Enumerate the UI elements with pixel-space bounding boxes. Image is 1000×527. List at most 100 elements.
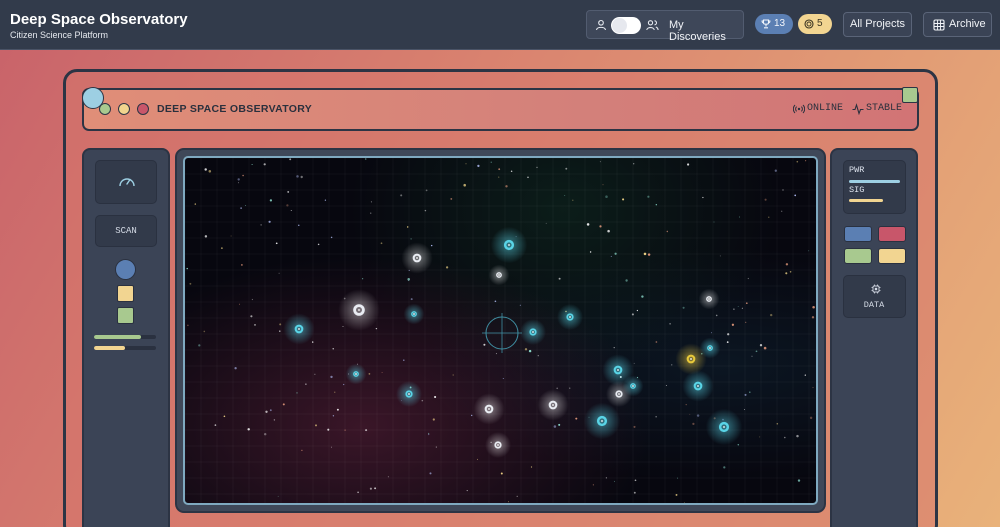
- celestial-object[interactable]: [606, 381, 632, 407]
- object-core: [408, 393, 410, 395]
- star: [586, 223, 590, 226]
- star: [689, 413, 691, 415]
- telescope-viewport[interactable]: [183, 156, 818, 505]
- pwr-label: PWR: [849, 165, 865, 175]
- swatch-blue[interactable]: [844, 226, 872, 242]
- star: [763, 346, 767, 350]
- star: [507, 501, 509, 503]
- star: [234, 367, 237, 370]
- star: [296, 175, 299, 178]
- star: [208, 170, 212, 173]
- star: [556, 387, 559, 390]
- celestial-object[interactable]: [537, 389, 569, 421]
- swatch-red[interactable]: [878, 226, 906, 242]
- star: [263, 163, 266, 166]
- swatch-yellow[interactable]: [878, 248, 906, 264]
- star: [647, 195, 650, 198]
- star: [296, 392, 298, 394]
- object-core: [498, 274, 500, 276]
- my-discoveries-label[interactable]: My Discoveries: [669, 19, 743, 43]
- star: [268, 220, 271, 223]
- all-projects-button[interactable]: All Projects: [843, 12, 912, 37]
- star: [289, 158, 292, 161]
- archive-label: Archive: [949, 18, 986, 30]
- celestial-object[interactable]: [705, 408, 743, 446]
- star: [727, 333, 730, 336]
- mode-toggle[interactable]: [611, 17, 641, 34]
- celestial-object[interactable]: [490, 226, 528, 264]
- celestial-object[interactable]: [520, 319, 546, 345]
- swatch-green[interactable]: [844, 248, 872, 264]
- celestial-object[interactable]: [345, 363, 367, 385]
- celestial-object[interactable]: [401, 242, 433, 274]
- star: [269, 199, 273, 202]
- star: [741, 307, 743, 309]
- star: [368, 373, 371, 375]
- star: [669, 322, 671, 325]
- star: [776, 423, 779, 425]
- star: [558, 423, 561, 426]
- celestial-object[interactable]: [698, 288, 720, 310]
- star: [702, 196, 704, 199]
- scan-button[interactable]: SCAN: [95, 215, 157, 247]
- sig-label: SIG: [849, 185, 865, 195]
- star: [330, 375, 333, 379]
- star: [330, 236, 333, 239]
- celestial-object[interactable]: [583, 402, 621, 440]
- celestial-object[interactable]: [485, 432, 511, 458]
- blue-circle-button[interactable]: [115, 259, 136, 280]
- star: [751, 355, 753, 357]
- data-button[interactable]: DATA: [843, 275, 906, 318]
- star: [510, 170, 513, 172]
- celestial-object[interactable]: [283, 313, 315, 345]
- object-core: [508, 244, 510, 246]
- star: [785, 272, 788, 275]
- star-field[interactable]: [185, 158, 818, 505]
- star: [237, 182, 240, 184]
- star: [432, 418, 435, 421]
- star: [610, 255, 612, 257]
- celestial-object[interactable]: [396, 381, 422, 407]
- activity-icon: [852, 102, 864, 120]
- star: [781, 210, 783, 212]
- star: [494, 300, 497, 303]
- object-core: [413, 313, 415, 315]
- star: [290, 209, 292, 212]
- celestial-object[interactable]: [338, 289, 380, 331]
- celestial-object[interactable]: [557, 304, 583, 330]
- celestial-object[interactable]: [675, 343, 707, 375]
- star: [251, 298, 253, 301]
- star: [230, 235, 232, 237]
- celestial-object[interactable]: [488, 264, 510, 286]
- celestial-object[interactable]: [403, 303, 425, 325]
- star: [189, 282, 192, 285]
- green-square-button[interactable]: [117, 307, 134, 324]
- yellow-square-button[interactable]: [117, 285, 134, 302]
- star: [625, 279, 628, 282]
- star: [254, 324, 256, 326]
- star: [602, 184, 604, 186]
- status-online: ONLINE: [807, 103, 844, 114]
- object-core: [569, 316, 571, 318]
- corner-indicator: [902, 87, 918, 103]
- star: [279, 330, 281, 332]
- celestial-object[interactable]: [682, 370, 714, 402]
- gauge-button[interactable]: [95, 160, 157, 204]
- star: [424, 209, 427, 212]
- star: [768, 216, 770, 218]
- star: [613, 480, 616, 483]
- chip-icon: [871, 284, 881, 294]
- object-core: [690, 358, 692, 360]
- star: [516, 495, 518, 498]
- radio-signal-icon: [792, 102, 806, 120]
- star: [445, 266, 449, 269]
- star: [247, 428, 250, 431]
- star: [528, 349, 532, 353]
- celestial-object[interactable]: [473, 393, 505, 425]
- star: [403, 359, 405, 361]
- archive-button[interactable]: Archive: [923, 12, 992, 37]
- discoverable-objects[interactable]: [283, 226, 743, 458]
- star: [263, 432, 267, 436]
- star: [605, 195, 608, 198]
- star: [410, 238, 412, 240]
